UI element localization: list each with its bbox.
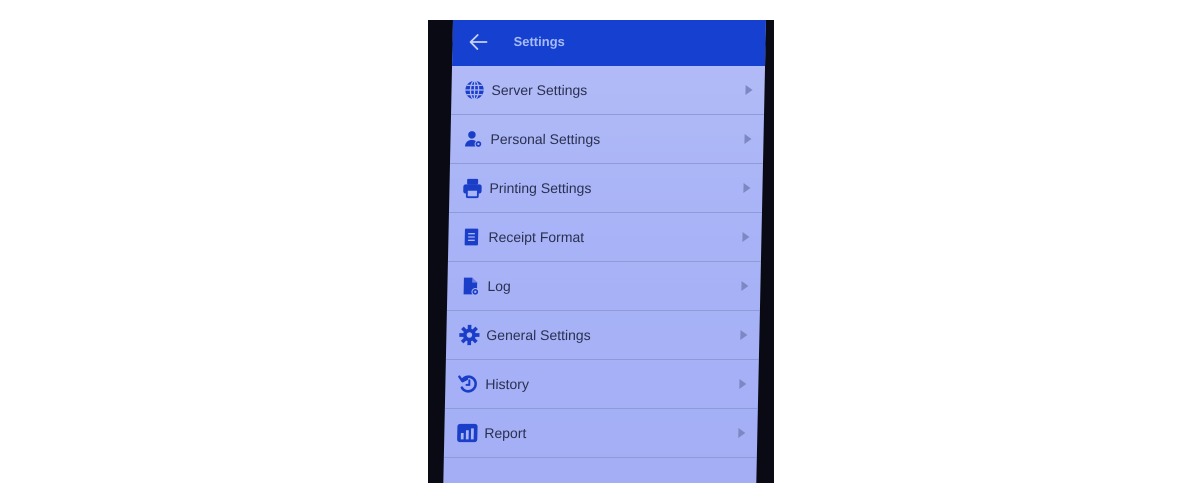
menu-item-receipt-format[interactable]: Receipt Format: [447, 213, 762, 262]
chevron-right-icon: [744, 134, 752, 144]
globe-icon: [463, 79, 485, 101]
menu-item-personal-settings[interactable]: Personal Settings: [449, 115, 765, 164]
app-bar: Settings: [452, 20, 766, 66]
menu-item-label: Personal Settings: [490, 131, 601, 147]
menu-item-printing-settings[interactable]: Printing Settings: [448, 164, 763, 213]
chevron-right-icon: [739, 379, 747, 389]
app-screen: Settings Server Settings Personal Settin…: [443, 20, 766, 483]
printer-icon: [461, 177, 483, 199]
page-title: Settings: [513, 34, 566, 49]
chevron-right-icon: [740, 330, 748, 340]
chevron-right-icon: [742, 232, 750, 242]
chevron-right-icon: [743, 183, 751, 193]
receipt-icon: [460, 226, 482, 248]
menu-item-label: Report: [484, 425, 527, 441]
back-button[interactable]: [466, 30, 491, 54]
menu-item-history[interactable]: History: [444, 360, 759, 409]
menu-item-label: History: [485, 376, 530, 392]
user-gear-icon: [462, 128, 484, 150]
menu-item-label: General Settings: [486, 327, 591, 343]
menu-item-label: Log: [487, 278, 511, 294]
arrow-left-icon: [469, 34, 488, 50]
phone-frame: Settings Server Settings Personal Settin…: [428, 20, 774, 483]
menu-item-label: Receipt Format: [488, 229, 585, 245]
menu-item-label: Server Settings: [491, 82, 588, 98]
chevron-right-icon: [745, 85, 753, 95]
gear-icon: [458, 324, 480, 346]
bar-chart-icon: [456, 422, 478, 444]
menu-item-server-settings[interactable]: Server Settings: [451, 66, 766, 115]
history-icon: [457, 373, 479, 395]
menu-item-report[interactable]: Report: [443, 409, 758, 458]
chevron-right-icon: [738, 428, 746, 438]
menu-item-general-settings[interactable]: General Settings: [445, 311, 760, 360]
settings-menu: Server Settings Personal Settings Printi…: [443, 66, 766, 458]
menu-item-label: Printing Settings: [489, 180, 592, 196]
file-gear-icon: [459, 275, 481, 297]
menu-item-log[interactable]: Log: [446, 262, 761, 311]
chevron-right-icon: [741, 281, 749, 291]
